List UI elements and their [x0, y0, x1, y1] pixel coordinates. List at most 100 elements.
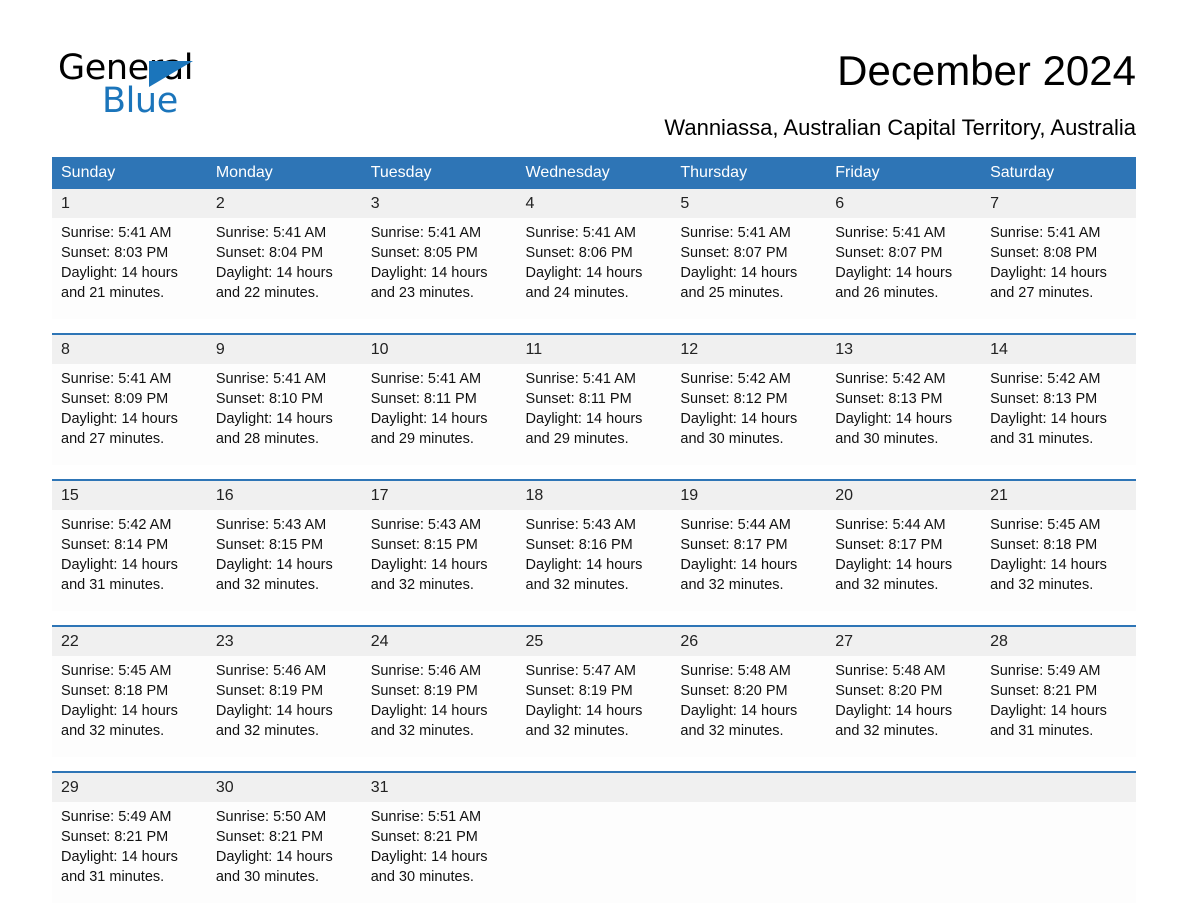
day-number[interactable]: 7 [981, 189, 1136, 218]
day-cell[interactable]: Sunrise: 5:41 AM Sunset: 8:04 PM Dayligh… [206, 218, 362, 319]
day-cell[interactable]: Sunrise: 5:46 AM Sunset: 8:19 PM Dayligh… [361, 656, 517, 757]
day-number[interactable]: 24 [361, 626, 517, 656]
day-number[interactable]: 3 [361, 189, 517, 218]
page-subtitle-location: Wanniassa, Australian Capital Territory,… [664, 115, 1136, 140]
day-number[interactable]: 19 [671, 480, 827, 510]
day-cell[interactable]: Sunrise: 5:41 AM Sunset: 8:11 PM Dayligh… [361, 364, 517, 465]
daylight-text-line2: and 31 minutes. [61, 577, 165, 593]
day-cell[interactable]: Sunrise: 5:45 AM Sunset: 8:18 PM Dayligh… [981, 510, 1136, 611]
day-number[interactable]: 18 [516, 480, 672, 510]
day-cell[interactable]: Sunrise: 5:50 AM Sunset: 8:21 PM Dayligh… [206, 802, 362, 903]
generalblue-logo[interactable]: General Blue [58, 48, 258, 121]
day-number[interactable]: 31 [361, 772, 517, 802]
weekday-header-tuesday: Tuesday [361, 157, 517, 189]
sunset-text: Sunset: 8:21 PM [990, 683, 1098, 699]
day-number[interactable]: 22 [52, 626, 207, 656]
day-cell[interactable]: Sunrise: 5:42 AM Sunset: 8:14 PM Dayligh… [52, 510, 207, 611]
day-cell[interactable]: Sunrise: 5:41 AM Sunset: 8:07 PM Dayligh… [826, 218, 982, 319]
day-number[interactable]: 12 [671, 334, 827, 364]
day-number[interactable]: 8 [52, 334, 207, 364]
daylight-text-line2: and 32 minutes. [215, 723, 320, 739]
day-cell[interactable]: Sunrise: 5:42 AM Sunset: 8:12 PM Dayligh… [671, 364, 827, 465]
day-cell[interactable]: Sunrise: 5:41 AM Sunset: 8:03 PM Dayligh… [52, 218, 207, 319]
day-cell[interactable]: Sunrise: 5:41 AM Sunset: 8:11 PM Dayligh… [516, 364, 672, 465]
sunrise-text: Sunrise: 5:46 AM [215, 663, 327, 679]
daylight-text-line2: and 30 minutes. [215, 869, 320, 885]
day-cell[interactable]: Sunrise: 5:46 AM Sunset: 8:19 PM Dayligh… [206, 656, 362, 757]
sunrise-text: Sunrise: 5:45 AM [61, 663, 172, 679]
day-number[interactable]: 17 [361, 480, 517, 510]
day-cell[interactable]: Sunrise: 5:44 AM Sunset: 8:17 PM Dayligh… [671, 510, 827, 611]
calendar-table: Sunday Monday Tuesday Wednesday Thursday… [52, 157, 1136, 903]
day-number[interactable]: 29 [52, 772, 207, 802]
day-number[interactable]: 2 [206, 189, 362, 218]
day-number[interactable]: 10 [361, 334, 517, 364]
week-daynumber-row: 15 16 17 18 19 20 21 [52, 480, 1136, 510]
daylight-text-line1: Daylight: 14 hours [525, 703, 643, 719]
day-cell[interactable]: Sunrise: 5:47 AM Sunset: 8:19 PM Dayligh… [516, 656, 672, 757]
day-number[interactable]: 13 [826, 334, 982, 364]
day-cell[interactable]: Sunrise: 5:49 AM Sunset: 8:21 PM Dayligh… [981, 656, 1136, 757]
daylight-text-line2: and 32 minutes. [370, 723, 474, 739]
sunset-text: Sunset: 8:21 PM [61, 829, 169, 845]
daylight-text-line2: and 23 minutes. [370, 285, 474, 301]
sunset-text: Sunset: 8:17 PM [680, 537, 788, 553]
day-number[interactable]: 15 [52, 480, 207, 510]
day-cell[interactable]: Sunrise: 5:41 AM Sunset: 8:05 PM Dayligh… [361, 218, 517, 319]
calendar-weekday-header: Sunday Monday Tuesday Wednesday Thursday… [52, 157, 1136, 189]
day-number[interactable]: 20 [826, 480, 982, 510]
day-cell[interactable]: Sunrise: 5:42 AM Sunset: 8:13 PM Dayligh… [826, 364, 982, 465]
day-cell[interactable]: Sunrise: 5:41 AM Sunset: 8:10 PM Dayligh… [206, 364, 362, 465]
day-number[interactable]: 5 [671, 189, 827, 218]
daylight-text-line1: Daylight: 14 hours [61, 411, 178, 427]
day-cell[interactable]: Sunrise: 5:48 AM Sunset: 8:20 PM Dayligh… [671, 656, 827, 757]
day-cell[interactable]: Sunrise: 5:43 AM Sunset: 8:16 PM Dayligh… [516, 510, 672, 611]
daylight-text-line2: and 27 minutes. [61, 431, 165, 447]
day-cell[interactable]: Sunrise: 5:41 AM Sunset: 8:08 PM Dayligh… [981, 218, 1136, 319]
sunset-text: Sunset: 8:15 PM [215, 537, 324, 553]
day-cell[interactable]: Sunrise: 5:51 AM Sunset: 8:21 PM Dayligh… [361, 802, 517, 903]
weekday-header-friday: Friday [826, 157, 982, 189]
week-detail-row: Sunrise: 5:42 AM Sunset: 8:14 PM Dayligh… [52, 510, 1136, 611]
day-number[interactable]: 27 [826, 626, 982, 656]
day-cell-empty [671, 802, 827, 903]
day-cell[interactable]: Sunrise: 5:41 AM Sunset: 8:07 PM Dayligh… [671, 218, 827, 319]
daylight-text-line1: Daylight: 14 hours [215, 703, 333, 719]
sunrise-text: Sunrise: 5:46 AM [370, 663, 482, 679]
sunrise-text: Sunrise: 5:49 AM [61, 809, 172, 825]
day-cell[interactable]: Sunrise: 5:43 AM Sunset: 8:15 PM Dayligh… [206, 510, 362, 611]
sunset-text: Sunset: 8:09 PM [61, 391, 169, 407]
week-daynumber-row: 1 2 3 4 5 6 7 [52, 189, 1136, 218]
day-number[interactable]: 25 [516, 626, 672, 656]
day-cell[interactable]: Sunrise: 5:44 AM Sunset: 8:17 PM Dayligh… [826, 510, 982, 611]
day-cell[interactable]: Sunrise: 5:43 AM Sunset: 8:15 PM Dayligh… [361, 510, 517, 611]
day-cell[interactable]: Sunrise: 5:41 AM Sunset: 8:09 PM Dayligh… [52, 364, 207, 465]
day-number[interactable]: 1 [52, 189, 207, 218]
day-number[interactable]: 14 [981, 334, 1136, 364]
day-number[interactable]: 21 [981, 480, 1136, 510]
day-number[interactable]: 26 [671, 626, 827, 656]
day-number[interactable]: 16 [206, 480, 362, 510]
day-number[interactable]: 6 [826, 189, 982, 218]
week-daynumber-row: 22 23 24 25 26 27 28 [52, 626, 1136, 656]
day-number[interactable]: 4 [516, 189, 672, 218]
day-cell[interactable]: Sunrise: 5:49 AM Sunset: 8:21 PM Dayligh… [52, 802, 207, 903]
day-cell[interactable]: Sunrise: 5:45 AM Sunset: 8:18 PM Dayligh… [52, 656, 207, 757]
daylight-text-line1: Daylight: 14 hours [835, 703, 953, 719]
daylight-text-line1: Daylight: 14 hours [525, 411, 643, 427]
sunrise-text: Sunrise: 5:43 AM [370, 517, 482, 533]
sunrise-text: Sunrise: 5:41 AM [680, 225, 791, 241]
day-number[interactable]: 28 [981, 626, 1136, 656]
week-separator [52, 757, 1136, 773]
sunrise-text: Sunrise: 5:44 AM [680, 517, 791, 533]
day-number[interactable]: 11 [516, 334, 672, 364]
sunrise-text: Sunrise: 5:42 AM [61, 517, 172, 533]
day-cell[interactable]: Sunrise: 5:48 AM Sunset: 8:20 PM Dayligh… [826, 656, 982, 757]
day-cell[interactable]: Sunrise: 5:41 AM Sunset: 8:06 PM Dayligh… [516, 218, 672, 319]
day-number[interactable]: 30 [206, 772, 362, 802]
sunrise-text: Sunrise: 5:49 AM [990, 663, 1101, 679]
day-number[interactable]: 23 [206, 626, 362, 656]
sunrise-text: Sunrise: 5:41 AM [61, 371, 172, 387]
day-cell[interactable]: Sunrise: 5:42 AM Sunset: 8:13 PM Dayligh… [981, 364, 1136, 465]
day-number[interactable]: 9 [206, 334, 362, 364]
